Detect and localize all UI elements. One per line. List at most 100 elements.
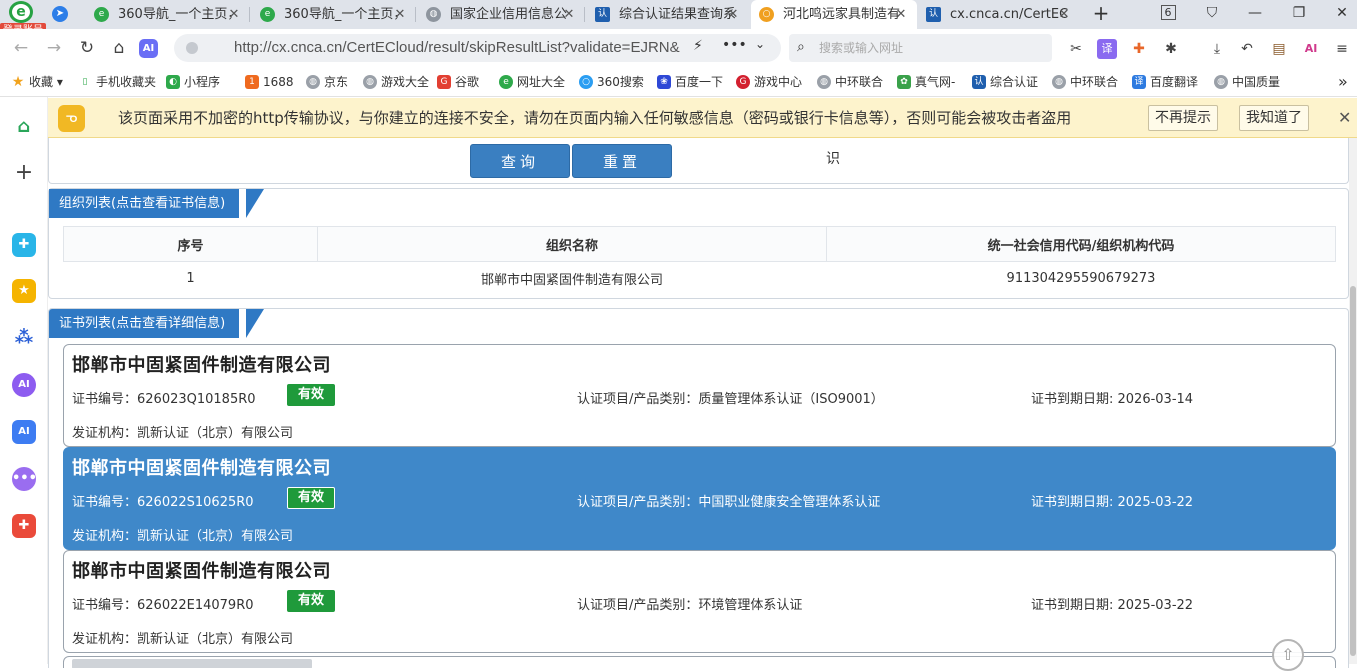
bookmark-label: 京东 [324,75,349,89]
plus-app-icon[interactable]: ✚ [12,233,36,257]
360-icon: e [260,7,275,22]
org-panel-header: 组织列表(点击查看证书信息) [49,189,269,218]
bookmark-cert[interactable]: 认综合认证 [972,67,1038,97]
query-button[interactable]: 查询 [470,144,570,178]
search-result-icon: ○ [759,7,774,22]
row-org-name[interactable]: 邯郸市中固紧固件制造有限公司 [318,262,827,296]
tab-close-icon[interactable]: ✕ [392,0,408,29]
bookmark-miniprogram[interactable]: ◐ 小程序 [166,67,220,97]
cert-project: 认证项目/产品类别：环境管理体系认证 [577,598,803,613]
bookmark-china-quality[interactable]: ◍ 中国质量 [1214,67,1280,97]
bookmark-favorites[interactable]: ★ 收藏 ▾ [11,67,63,97]
tab-cert-query[interactable]: 认 综合认证结果查询系 ✕ [587,0,749,29]
scissors-icon[interactable]: ✂ [1066,39,1086,59]
chevron-down-icon[interactable]: ⌄ [755,37,765,51]
undo-icon[interactable]: ↶ [1237,39,1257,59]
restore-icon[interactable]: ❐ [1287,2,1311,24]
bookmark-baidu-translate[interactable]: 译百度翻译 [1132,67,1198,97]
bookmark-url-directory[interactable]: e 网址大全 [499,67,565,97]
org-table: 序号 组织名称 统一社会信用代码/组织机构代码 1 邯郸市中固紧固件制造有限公司… [63,226,1336,296]
telegram-icon[interactable]: ➤ [52,6,68,22]
dont-remind-button[interactable]: 不再提示 [1148,105,1218,131]
row-credit-code: 911304295590679273 [1006,271,1156,287]
bookmark-1688[interactable]: 1 1688 [245,67,294,97]
bookmark-game-center[interactable]: G 游戏中心 [736,67,802,97]
bookmark-games[interactable]: ◍ 游戏大全 [363,67,429,97]
left-sidebar: ⌂ + ✚ ★ ⁂ AI AI ••• ✚ [0,97,48,664]
globe-icon: ◍ [363,75,377,89]
url-text[interactable]: http://cx.cnca.cn/CertECloud/result/skip… [234,34,680,62]
ai-assistant-icon[interactable]: AI [139,39,158,58]
bookmark-360-search[interactable]: ○ 360搜索 [579,67,644,97]
bookmark-mobile[interactable]: ▯ 手机收藏夹 [78,67,157,97]
cert-card[interactable]: 邯郸市中固紧固件制造有限公司 证书编号：626023Q10185R0 有效 认证… [63,344,1336,447]
tab-close-icon[interactable]: ✕ [893,0,909,29]
add-icon[interactable]: + [12,161,36,185]
360-icon: e [94,7,109,22]
cert-card-selected[interactable]: 邯郸市中固紧固件制造有限公司 证书编号：626022S10625R0 有效 认证… [63,447,1336,550]
360-icon: e [499,75,513,89]
bookmarks-more-button[interactable]: » [1322,67,1348,97]
cert-card[interactable]: 邯郸市中固紧固件制造有限公司 证书编号：626022E14079R0 有效 认证… [63,550,1336,653]
tab-360-nav-1[interactable]: e 360导航_一个主页， ✕ [86,0,248,29]
back-to-top-icon[interactable]: ⇧ [1272,639,1304,671]
cnca-icon: 认 [595,7,610,22]
home-icon[interactable]: ⌂ [12,115,36,139]
cert-issuer: 发证机构：凯新认证（北京）有限公司 [72,426,294,441]
page-scrollbar[interactable] [1349,138,1357,664]
shirt-icon[interactable]: ⛉ [1200,2,1224,24]
refresh-icon[interactable]: ↻ [76,37,98,59]
search-icon: ⌕ [797,39,805,55]
close-window-icon[interactable]: ✕ [1330,2,1354,24]
tab-hebei-furniture[interactable]: ○ 河北鸣远家具制造有 ✕ [751,0,917,29]
game-icon[interactable]: ✚ [12,514,36,538]
tab-close-icon[interactable]: ✕ [226,0,242,29]
ai-app-icon[interactable]: AI [12,420,36,444]
tab-360-nav-2[interactable]: e 360导航_一个主页， ✕ [252,0,414,29]
game-controller-icon[interactable]: ✚ [1129,39,1149,59]
cert-expiry: 证书到期日期: 2026-03-14 [1031,392,1194,407]
new-tab-button[interactable]: + [1089,2,1113,24]
ai-chat-icon[interactable]: AI [12,373,36,397]
bookmark-baidu[interactable]: ❀ 百度一下 [657,67,723,97]
home-icon[interactable]: ⌂ [108,37,130,59]
download-icon[interactable]: ⤓ [1207,39,1227,59]
bookmark-zhonghuan-1[interactable]: ◍ 中环联合 [817,67,883,97]
lightning-icon[interactable]: ⚡ [693,38,703,54]
ai-circle-icon[interactable]: AI [1301,39,1321,59]
table-row[interactable]: 1 邯郸市中固紧固件制造有限公司 911304295590679273 [64,262,1336,296]
dropdown-caret-icon[interactable]: ▾ [57,75,63,89]
tab-count-button[interactable]: 6 [1156,2,1180,24]
scrollbar-thumb[interactable] [1350,286,1356,656]
tab-title: 国家企业信用信息公 [450,7,568,22]
bookmark-label: 游戏大全 [381,75,430,89]
back-icon[interactable]: ← [10,37,32,59]
tab-cnca-result[interactable]: 认 cx.cnca.cn/CertEC ✕ [918,0,1080,29]
url-bar[interactable]: http://cx.cnca.cn/CertECloud/result/skip… [174,34,781,62]
network-icon[interactable]: ⁂ [12,326,36,350]
favorite-star-icon[interactable]: ★ [12,279,36,303]
bookmark-jd[interactable]: ◍ 京东 [306,67,348,97]
tab-close-icon[interactable]: ✕ [725,0,741,29]
menu-icon[interactable]: ≡ [1332,39,1352,59]
insecure-shield-icon[interactable] [186,42,198,54]
extensions-icon[interactable]: ✱ [1161,39,1181,59]
more-options-icon[interactable]: ••• [722,37,747,53]
close-warning-icon[interactable]: ✕ [1338,108,1351,127]
tab-close-icon[interactable]: ✕ [1056,0,1072,29]
cert-company-name: 邯郸市中固紧固件制造有限公司 [72,355,331,376]
cert-card-partial[interactable] [63,656,1336,668]
bot-icon[interactable]: ••• [12,467,37,491]
translate-icon[interactable]: 译 [1097,39,1117,59]
bookmark-zhenqi[interactable]: ✿ 真气网- [897,67,955,97]
tab-credit-info[interactable]: ◍ 国家企业信用信息公 ✕ [418,0,583,29]
bookmark-google[interactable]: G 谷歌 [437,67,479,97]
reset-button[interactable]: 重置 [572,144,672,178]
tab-close-icon[interactable]: ✕ [561,0,577,29]
minimize-icon[interactable]: — [1243,2,1267,24]
briefcase-icon[interactable]: ▤ [1269,39,1289,59]
bookmark-zhonghuan-2[interactable]: ◍ 中环联合 [1052,67,1118,97]
got-it-button[interactable]: 我知道了 [1239,105,1309,131]
search-box[interactable]: ⌕ 搜索或输入网址 [789,34,1052,62]
forward-icon[interactable]: → [43,37,65,59]
